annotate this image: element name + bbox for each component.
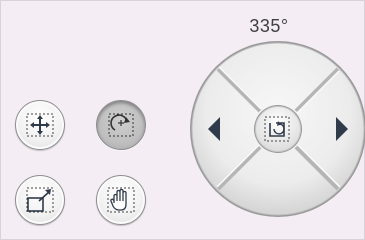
rotation-angle-label: 335°: [249, 16, 289, 36]
direction-pad: [188, 39, 365, 219]
move-tool-button[interactable]: [15, 100, 65, 150]
hand-icon: [107, 187, 135, 213]
rotate-icon: [108, 113, 134, 137]
resize-tool-button[interactable]: [15, 175, 65, 225]
control-panel: 335°: [0, 0, 365, 240]
resize-icon: [26, 187, 54, 213]
rotate-tool-button[interactable]: [96, 100, 146, 150]
move-arrows-icon: [26, 113, 54, 137]
direction-pad-graphic: [190, 41, 365, 217]
pan-tool-button[interactable]: [96, 175, 146, 225]
center-reset-button[interactable]: [254, 105, 302, 153]
